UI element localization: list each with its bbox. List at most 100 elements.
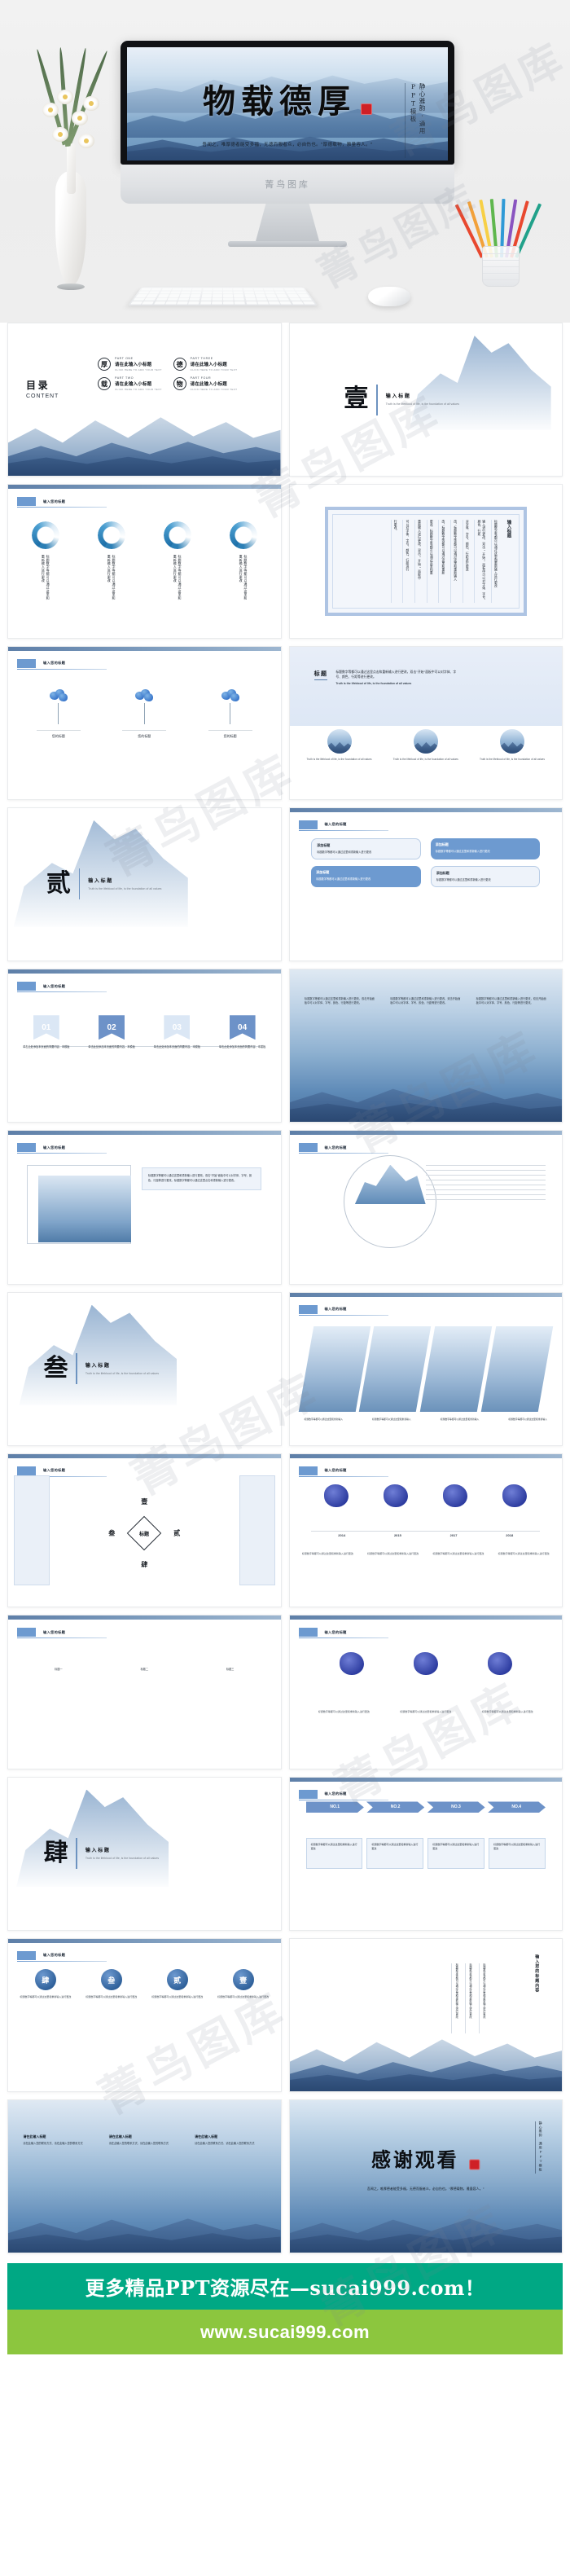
splat-caption: 标题数字等都可以通过这里和重新输入进行更改 xyxy=(318,1710,370,1714)
section-heading: 输入标题 xyxy=(85,1847,111,1853)
parallelogram-panel[interactable] xyxy=(480,1325,554,1412)
toc-items: 厚 PART ONE 请在此输入小标题 CLICK HERE TO ADD YO… xyxy=(98,357,237,391)
slide-tag-label: 输入您的标题 xyxy=(324,1468,347,1473)
ring-item[interactable]: 标题数字等都可以通过这里和重新输入进行更改 xyxy=(149,521,206,602)
header-bar xyxy=(8,1131,281,1136)
monitor-brand-label: 菁鸟图库 xyxy=(265,180,310,190)
circle-item[interactable]: Truth is the lifeblood of life, is the f… xyxy=(476,728,549,762)
slide-vertical-frame[interactable]: 输入标题 标题数字等都可以通过这里和重新输入进行更改 输入进行更改，双击"开始"… xyxy=(288,484,563,639)
slide-ink-rings[interactable]: 输入您的标题 标题数字等都可以通过这里和重新输入进行更改 标题数字等都可以通过这… xyxy=(7,484,282,639)
chevron-step[interactable]: NO.4 xyxy=(487,1801,546,1813)
section-number: 肆 xyxy=(43,1838,68,1867)
slide-title-circles[interactable]: 标题 标题数字等都可以通过这里点击和重新输入进行更改，双击"开始"面板中可以对字… xyxy=(288,645,563,800)
monitor-base xyxy=(228,241,347,247)
chevron-step[interactable]: NO.2 xyxy=(366,1801,425,1813)
frame-column: 改，标题数字等都可以通过这里和重新输入 xyxy=(449,519,458,604)
ribbon-item[interactable]: 01 单击此处添加本页面的简要内容、本模板 xyxy=(19,1015,73,1049)
badge-item[interactable]: 肆 标题数字等都可以通过这里和重新输入进行更改 xyxy=(17,1969,74,1999)
thanks-vertical-tag: 静心雅韵·通用PPT模板 xyxy=(534,2121,543,2174)
vertical-heading: 输入您的标题内容 xyxy=(534,1954,540,1993)
tag-underline xyxy=(298,829,388,831)
header-bar xyxy=(8,1615,281,1620)
slide-parallelograms[interactable]: 输入您的标题 标题数字等都可以通过这里和重新输入 标题数字等都可以通过这里和重新… xyxy=(288,1291,563,1446)
slide-splats-three[interactable]: 输入您的标题 标题数字等都可以通过这里和重新输入进行更改 标题数字等都可以通过这… xyxy=(288,1615,563,1769)
ring-caption: 标题数字等都可以通过这里和重新输入进行更改 xyxy=(173,555,182,600)
badge-item[interactable]: 叁 标题数字等都可以通过这里和重新输入进行更改 xyxy=(83,1969,140,1999)
column-text: 标题数字等都可以通过这里和重新输入进行更改，双击开始面板中可以对字体、字号、颜色… xyxy=(304,996,375,1005)
slide-frame-paragraph[interactable]: 输入您的标题 标题数字等都可以通过这里和重新输入进行更改，双击"开始"面板中可以… xyxy=(7,1130,282,1285)
info-box[interactable]: 添加标题 标题数字等都可以通过这里和重新输入进行更改 xyxy=(430,866,541,888)
tag-underline xyxy=(17,1960,107,1962)
slide-three-columns-mountain[interactable]: 标题数字等都可以通过这里和重新输入进行更改，双击开始面板中可以对字体、字号、颜色… xyxy=(288,969,563,1123)
section-subtitle: Truth is the lifeblood of life, is the f… xyxy=(85,1371,160,1375)
flower-icon xyxy=(72,111,88,125)
parallelogram-panel[interactable] xyxy=(420,1325,493,1412)
hero-vertical-tag: 静心雅韵·通用PPT模板 xyxy=(405,83,427,158)
info-box[interactable]: 添加标题 标题数字等都可以通过这里和重新输入进行更改 xyxy=(311,838,421,860)
slide-section-four[interactable]: 肆 输入标题 Truth is the lifeblood of life, i… xyxy=(7,1776,282,1931)
slide-flowers[interactable]: 输入您的标题 您的标题 您的标题 您的标题 xyxy=(7,645,282,800)
toc-part: PART TWO xyxy=(115,376,134,380)
toc-item[interactable]: 载 PART TWO 请在此输入小标题 CLICK HERE TO ADD YO… xyxy=(98,376,162,391)
ribbon-item[interactable]: 02 单击此处添加本页面的简要内容、本模板 xyxy=(85,1015,139,1049)
ribbon-item[interactable]: 04 单击此处添加本页面的简要内容、本模板 xyxy=(215,1015,270,1049)
vertical-column: 标题数字等都可以通过这里和重新输入进行更改 xyxy=(464,1963,472,2033)
toc-item[interactable]: 厚 PART ONE 请在此输入小标题 CLICK HERE TO ADD YO… xyxy=(98,357,162,371)
slide-ribbons[interactable]: 输入您的标题 01 单击此处添加本页面的简要内容、本模板 02 单击此处添加本页… xyxy=(7,969,282,1123)
flower-item[interactable]: 您的标题 xyxy=(195,689,265,739)
slide-tag: 输入您的标题 xyxy=(298,1466,347,1475)
slide-chevrons[interactable]: 输入您的标题 NO.1 NO.2 NO.3 NO.4 标题数字等都可以通过这里和… xyxy=(288,1776,563,1931)
promo-banner-primary[interactable]: 更多精品PPT资源尽在—sucai999.com！ xyxy=(7,2263,563,2310)
slide-section-two[interactable]: 贰 输入标题 Truth is the lifeblood of life, i… xyxy=(7,807,282,962)
slide-diamond[interactable]: 输入您的标题 壹 贰 叁 肆 标题 xyxy=(7,1453,282,1608)
column-heading: 标题二 xyxy=(140,1667,149,1671)
toc-title-zh: 目录 xyxy=(26,380,50,392)
info-box[interactable]: 添加标题 标题数字等都可以通过这里和重新输入进行更改 xyxy=(311,866,421,888)
contact-block: 请在此输入标题 请在此输入您的联系方式、请在此输入您的联系方式 xyxy=(109,2134,180,2147)
year-label: 2014 xyxy=(338,1533,346,1538)
toc-ring-icon: 载 xyxy=(98,377,111,391)
flower-item[interactable]: 您的标题 xyxy=(109,689,180,739)
toc-item[interactable]: 德 PART THREE 请在此输入小标题 CLICK HERE TO ADD … xyxy=(173,357,238,371)
slide-contact[interactable]: 请在此输入标题 请在此输入您的联系方式、请在此输入您的联系方式 请在此输入标题 … xyxy=(7,2099,282,2254)
circle-item[interactable]: Truth is the lifeblood of life, is the f… xyxy=(302,728,375,762)
promo-banner-secondary[interactable]: www.sucai999.com xyxy=(7,2310,563,2355)
slide-toc[interactable]: 目录 CONTENT 厚 PART ONE 请在此输入小标题 CLICK HER… xyxy=(7,323,282,477)
slide-tag-label: 输入您的标题 xyxy=(43,499,66,503)
slide-tag-label: 输入您的标题 xyxy=(43,1629,66,1634)
ribbon-item[interactable]: 03 单击此处添加本页面的简要内容、本模板 xyxy=(150,1015,204,1049)
ink-ring-icon xyxy=(163,521,191,550)
slide-rounded-boxes[interactable]: 输入您的标题 添加标题 标题数字等都可以通过这里和重新输入进行更改 添加标题 标… xyxy=(288,807,563,962)
chevron-step[interactable]: NO.3 xyxy=(427,1801,485,1813)
ring-item[interactable]: 标题数字等都可以通过这里和重新输入进行更改 xyxy=(215,521,272,602)
ring-item[interactable]: 标题数字等都可以通过这里和重新输入进行更改 xyxy=(83,521,140,602)
slide-three-text[interactable]: 输入您的标题 标题一 标题二 标题三 xyxy=(7,1615,282,1769)
toc-item[interactable]: 物 PART FOUR 请在此输入小标题 CLICK HERE TO ADD Y… xyxy=(173,376,238,391)
slide-tag: 输入您的标题 xyxy=(298,1628,347,1637)
slide-circle-lines[interactable]: 输入您的标题 xyxy=(288,1130,563,1285)
body-en: Truth is the lifeblood of life, is the f… xyxy=(335,681,412,685)
badge-item[interactable]: 贰 标题数字等都可以通过这里和重新输入进行更改 xyxy=(149,1969,206,1999)
tag-underline xyxy=(298,1637,388,1639)
flower-item[interactable]: 您的标题 xyxy=(23,689,94,739)
slide-tag-label: 输入您的标题 xyxy=(324,1307,347,1312)
slide-tag: 输入您的标题 xyxy=(17,1628,65,1637)
ring-item[interactable]: 标题数字等都可以通过这里和重新输入进行更改 xyxy=(17,521,74,602)
frame-column: 重新输入进行更改，双击"开始"面板中 xyxy=(414,519,423,604)
slide-section-three[interactable]: 叁 输入标题 Truth is the lifeblood of life, i… xyxy=(7,1291,282,1446)
info-box[interactable]: 添加标题 标题数字等都可以通过这里和重新输入进行更改 xyxy=(430,838,541,860)
slide-splats-timeline[interactable]: 输入您的标题 2014 2015 2017 2018 标题数字等都可以通过这里和… xyxy=(288,1453,563,1608)
chevron-step[interactable]: NO.1 xyxy=(305,1801,364,1813)
circle-item[interactable]: Truth is the lifeblood of life, is the f… xyxy=(389,728,463,762)
column-text: 标题数字等都可以通过这里和重新输入进行更改，双击开始面板中可以对字体、字号、颜色… xyxy=(390,996,461,1005)
badge-item[interactable]: 壹 标题数字等都可以通过这里和重新输入进行更改 xyxy=(215,1969,272,1999)
monitor-screen: 物 载 德 厚 静心雅韵·通用PPT模板 吾闻之，唯厚德者能受多福，无德而服者众… xyxy=(127,47,448,160)
parallelogram-panel[interactable] xyxy=(359,1325,432,1412)
slide-section-one[interactable]: 壹 输入标题 Truth is the lifeblood of life, i… xyxy=(288,323,563,477)
splat-caption: 标题数字等都可以通过这里和重新输入进行更改 xyxy=(432,1551,484,1555)
slide-seal-badges[interactable]: 输入您的标题 肆 标题数字等都可以通过这里和重新输入进行更改 叁 标题数字等都可… xyxy=(7,1937,282,2093)
slide-vertical-mountain[interactable]: 输入您的标题内容 标题数字等都可以通过这里和重新输入进行更改 标题数字等都可以通… xyxy=(288,1937,563,2093)
slide-thanks[interactable]: 感谢观看 静心雅韵·通用PPT模板 吾闻之，唯厚德者能受多福，无德而服者众，必自… xyxy=(288,2099,563,2254)
parallelogram-panel[interactable] xyxy=(298,1325,370,1412)
info-box-heading: 添加标题 xyxy=(435,842,449,847)
